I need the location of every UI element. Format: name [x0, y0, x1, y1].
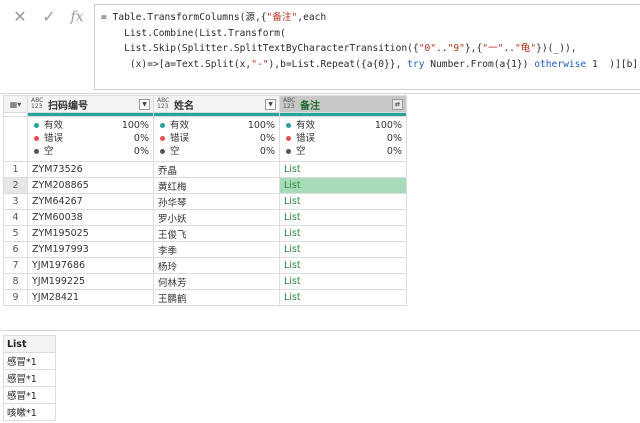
- list-link[interactable]: List: [279, 193, 407, 210]
- code-cell[interactable]: ZYM208865: [27, 177, 154, 194]
- formula-input[interactable]: = Table.TransformColumns(源,{"备注",each Li…: [94, 4, 640, 90]
- list-link[interactable]: List: [279, 161, 407, 178]
- column-quality: 有效 100% 错误 0% 空 0%: [27, 116, 154, 162]
- table-row[interactable]: 1 ZYM73526 乔晶 List: [3, 161, 407, 178]
- name-cell[interactable]: 李季: [153, 241, 280, 258]
- code-cell[interactable]: ZYM73526: [27, 161, 154, 178]
- table-row[interactable]: 5 ZYM195025 王俊飞 List: [3, 225, 407, 242]
- preview-item: 感冒*1: [3, 369, 56, 387]
- valid-dot-icon: [34, 123, 39, 128]
- table-row[interactable]: 8 YJM199225 何林芳 List: [3, 273, 407, 290]
- code-cell[interactable]: YJM28421: [27, 289, 154, 306]
- formula-bar: ✕ ✓ fx = Table.TransformColumns(源,{"备注",…: [0, 0, 640, 94]
- table-row[interactable]: 9 YJM28421 王鹏鹤 List: [3, 289, 407, 306]
- list-link[interactable]: List: [279, 289, 407, 306]
- type-any-icon: ABC 123: [157, 97, 170, 110]
- column-quality: 有效 100% 错误 0% 空 0%: [279, 116, 407, 162]
- preview-divider[interactable]: [0, 330, 640, 331]
- table-row[interactable]: 6 ZYM197993 李季 List: [3, 241, 407, 258]
- preview-item: 感冒*1: [3, 386, 56, 404]
- expand-column-icon[interactable]: ⇄: [392, 99, 403, 110]
- check-icon[interactable]: ✓: [38, 6, 60, 28]
- preview-header: List: [3, 335, 56, 353]
- error-dot-icon: [286, 136, 291, 141]
- type-any-icon: ABC 123: [283, 97, 296, 110]
- column-header-note[interactable]: ABC 123 备注 ⇄: [279, 95, 407, 113]
- formula-line4: (x)=>[a=Text.Split(x,"-"),b=List.Repeat(…: [101, 58, 639, 70]
- code-cell[interactable]: ZYM195025: [27, 225, 154, 242]
- fx-icon[interactable]: fx: [66, 6, 88, 28]
- name-cell[interactable]: 何林芳: [153, 273, 280, 290]
- name-cell[interactable]: 乔晶: [153, 161, 280, 178]
- preview-item: 感冒*1: [3, 352, 56, 370]
- formula-line3: List.Skip(Splitter.SplitTextByCharacterT…: [101, 43, 577, 54]
- list-link[interactable]: List: [279, 225, 407, 242]
- valid-dot-icon: [286, 123, 291, 128]
- table-row-selected[interactable]: 2 ZYM208865 黄红梅 List: [3, 177, 407, 194]
- column-header-code[interactable]: ABC 123 扫码编号 ▼: [27, 95, 154, 113]
- error-dot-icon: [34, 136, 39, 141]
- empty-dot-icon: [286, 149, 291, 154]
- empty-dot-icon: [160, 149, 165, 154]
- list-link[interactable]: List: [279, 257, 407, 274]
- table-row[interactable]: 7 YJM197686 杨玲 List: [3, 257, 407, 274]
- filter-dropdown-icon[interactable]: ▼: [265, 99, 276, 110]
- formula-line1: = Table.TransformColumns(源,{"备注",each: [101, 12, 327, 23]
- table-row[interactable]: 4 ZYM60038 罗小妖 List: [3, 209, 407, 226]
- column-header-name[interactable]: ABC 123 姓名 ▼: [153, 95, 280, 113]
- preview-item: 咳嗽*1: [3, 403, 56, 421]
- name-cell[interactable]: 孙华琴: [153, 193, 280, 210]
- name-cell[interactable]: 罗小妖: [153, 209, 280, 226]
- table-menu-icon[interactable]: ▦▾: [3, 95, 28, 113]
- valid-dot-icon: [160, 123, 165, 128]
- name-cell[interactable]: 杨玲: [153, 257, 280, 274]
- code-cell[interactable]: ZYM60038: [27, 209, 154, 226]
- list-preview: List 感冒*1 感冒*1 感冒*1 咳嗽*1: [3, 335, 56, 421]
- filter-dropdown-icon[interactable]: ▼: [139, 99, 150, 110]
- type-any-icon: ABC 123: [31, 97, 44, 110]
- formula-line2: List.Combine(List.Transform(: [101, 27, 286, 39]
- list-link[interactable]: List: [279, 177, 407, 194]
- name-cell[interactable]: 王鹏鹤: [153, 289, 280, 306]
- error-dot-icon: [160, 136, 165, 141]
- close-icon[interactable]: ✕: [9, 6, 31, 28]
- list-link[interactable]: List: [279, 273, 407, 290]
- code-cell[interactable]: YJM199225: [27, 273, 154, 290]
- list-link[interactable]: List: [279, 241, 407, 258]
- name-cell[interactable]: 王俊飞: [153, 225, 280, 242]
- column-quality: 有效 100% 错误 0% 空 0%: [153, 116, 280, 162]
- data-grid: ▦▾ ABC 123 扫码编号 ▼ ABC 123 姓名 ▼ ABC 123 备注 ⇄ 有效…: [3, 95, 407, 306]
- table-row[interactable]: 3 ZYM64267 孙华琴 List: [3, 193, 407, 210]
- code-cell[interactable]: ZYM64267: [27, 193, 154, 210]
- code-cell[interactable]: YJM197686: [27, 257, 154, 274]
- name-cell[interactable]: 黄红梅: [153, 177, 280, 194]
- code-cell[interactable]: ZYM197993: [27, 241, 154, 258]
- list-link[interactable]: List: [279, 209, 407, 226]
- empty-dot-icon: [34, 149, 39, 154]
